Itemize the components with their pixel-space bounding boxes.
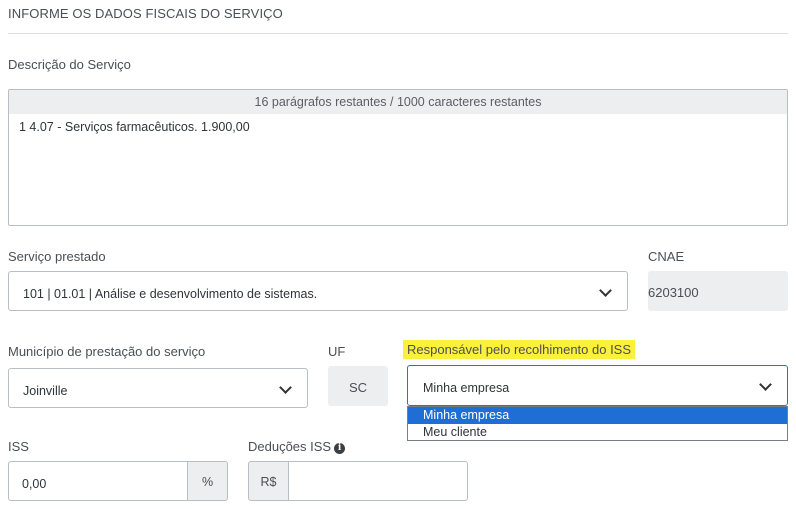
- cnae-value: 6203100: [648, 285, 699, 300]
- info-icon[interactable]: i: [334, 443, 346, 454]
- section-title: INFORME OS DADOS FISCAIS DO SERVIÇO: [8, 6, 283, 21]
- option-meu-cliente[interactable]: Meu cliente: [408, 424, 787, 441]
- responsavel-value: Minha empresa: [423, 381, 510, 395]
- cnae-field: 6203100: [648, 271, 788, 311]
- option-minha-empresa[interactable]: Minha empresa: [408, 407, 787, 424]
- deducoes-label: Deduções ISS i: [248, 439, 346, 454]
- iss-value: 0,00: [22, 477, 47, 491]
- descricao-textarea[interactable]: 16 parágrafos restantes / 1000 caractere…: [8, 89, 788, 226]
- iss-label: ISS: [8, 439, 29, 454]
- character-counter: 16 parágrafos restantes / 1000 caractere…: [9, 90, 787, 114]
- municipio-select[interactable]: Joinville: [8, 368, 308, 408]
- uf-value: SC: [348, 380, 368, 395]
- municipio-value: Joinville: [23, 384, 68, 398]
- servico-label: Serviço prestado: [8, 249, 106, 264]
- iss-input[interactable]: 0,00: [8, 461, 188, 501]
- servico-value: 101 | 01.01 | Análise e desenvolvimento …: [23, 287, 318, 301]
- deducoes-currency-addon: R$: [248, 461, 289, 501]
- chevron-down-icon: [599, 284, 612, 297]
- municipio-label: Município de prestação do serviço: [8, 344, 206, 359]
- servico-select[interactable]: 101 | 01.01 | Análise e desenvolvimento …: [8, 271, 628, 311]
- cnae-label: CNAE: [648, 249, 685, 264]
- responsavel-dropdown: Minha empresa Meu cliente: [407, 406, 788, 441]
- deducoes-input[interactable]: [288, 461, 468, 501]
- chevron-down-icon: [759, 378, 772, 391]
- uf-label: UF: [328, 344, 346, 359]
- section-divider: [8, 33, 788, 34]
- deducoes-label-text: Deduções ISS: [248, 439, 332, 454]
- responsavel-label: Responsável pelo recolhimento do ISS: [403, 340, 636, 359]
- responsavel-label-text: Responsável pelo recolhimento do ISS: [403, 340, 636, 359]
- iss-percent-addon: %: [187, 461, 228, 501]
- descricao-label: Descrição do Serviço: [8, 57, 131, 72]
- responsavel-select[interactable]: Minha empresa: [407, 365, 788, 406]
- chevron-down-icon: [279, 381, 292, 394]
- uf-field: SC: [328, 366, 388, 406]
- descricao-text[interactable]: 1 4.07 - Serviços farmacêuticos. 1.900,0…: [19, 120, 250, 134]
